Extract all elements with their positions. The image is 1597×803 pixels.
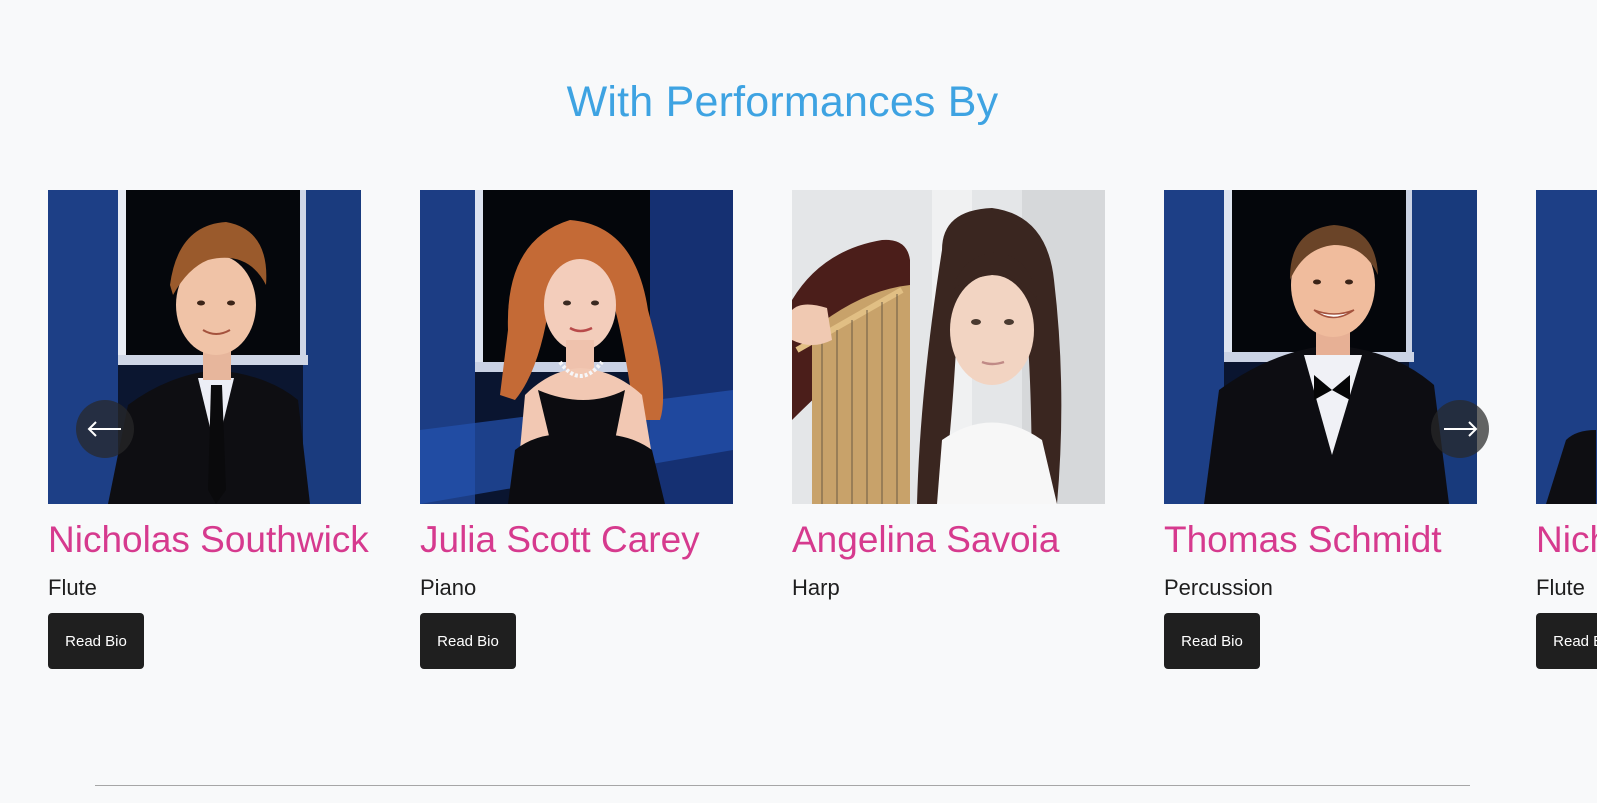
performer-photo [1164,190,1477,504]
performer-name: Julia Scott Carey [420,519,700,560]
read-bio-button[interactable]: Read Bio [48,613,144,669]
performer-card: Nicholas Southwick Flute Read Bio [1536,190,1597,669]
performer-name: Angelina Savoia [792,519,1060,560]
carousel-prev-button[interactable] [76,400,134,458]
read-bio-button[interactable]: Read Bio [420,613,516,669]
page: With Performances By Nicholas Southwick … [0,0,1597,803]
performer-photo [1536,190,1597,504]
arrow-right-icon [1444,421,1478,437]
performer-instrument: Flute [48,575,97,600]
performer-photo [792,190,1105,504]
performer-photo [48,190,361,504]
arrow-left-icon [87,421,121,437]
carousel-next-button[interactable] [1431,400,1489,458]
performer-card: Julia Scott Carey Piano Read Bio [420,190,733,669]
performer-name: Thomas Schmidt [1164,519,1442,560]
performer-name: Nicholas Southwick [48,519,369,560]
performer-name: Nicholas Southwick [1536,519,1597,560]
section-title: With Performances By [566,78,999,126]
performer-instrument: Flute [1536,575,1585,600]
read-bio-button[interactable]: Read Bio [1164,613,1260,669]
read-bio-button[interactable]: Read Bio [1536,613,1597,669]
performers-carousel: Nicholas Southwick Flute Read Bio Julia … [48,190,1597,690]
performer-instrument: Harp [792,575,840,600]
performer-instrument: Percussion [1164,575,1273,600]
section-divider [95,785,1470,786]
performer-card: Angelina Savoia Harp [792,190,1105,602]
performer-photo [420,190,733,504]
performer-instrument: Piano [420,575,477,600]
